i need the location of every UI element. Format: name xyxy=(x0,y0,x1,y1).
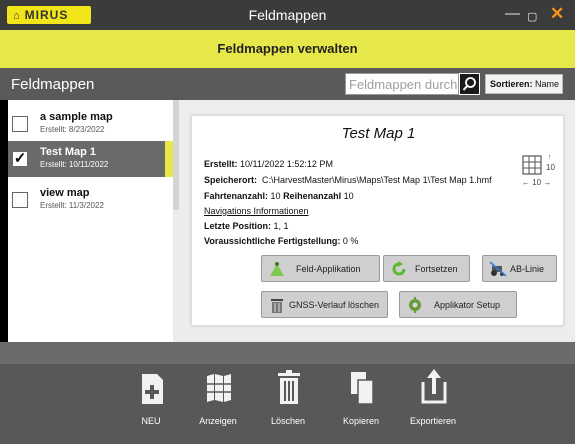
trash-icon xyxy=(271,299,283,313)
title-bar: ⌂ MIRUS Feldmappen — ▢ ✕ xyxy=(0,0,575,30)
navigation-info-link[interactable]: Navigations Informationen xyxy=(204,206,309,216)
map-detail-title: Test Map 1 xyxy=(341,125,416,142)
list-item[interactable]: view map Erstellt: 11/3/2022 xyxy=(8,182,173,218)
created-value: 10/11/2022 1:52:12 PM xyxy=(240,159,333,169)
grid-rows-label: 10 xyxy=(546,163,555,172)
applicator-setup-button[interactable]: Applikator Setup xyxy=(399,291,517,318)
ab-line-label: AB-Linie xyxy=(510,264,545,274)
map-checkbox[interactable] xyxy=(12,192,28,208)
sprayer-icon xyxy=(270,262,284,276)
page-title: Feldmappen verwalten xyxy=(217,41,358,56)
applicator-setup-label: Applikator Setup xyxy=(434,300,501,310)
copy-label: Kopieren xyxy=(342,416,380,426)
list-item-selected[interactable]: ✓ Test Map 1 Erstellt: 10/11/2022 xyxy=(8,141,177,177)
field-application-label: Feld-Applikation xyxy=(296,264,361,274)
export-icon xyxy=(421,369,447,404)
map-created-date: Erstellt: 10/11/2022 xyxy=(40,160,109,169)
close-icon[interactable]: ✕ xyxy=(550,4,564,24)
refresh-icon xyxy=(392,261,406,276)
view-button[interactable]: Anzeigen xyxy=(183,368,253,438)
sort-value: Name xyxy=(535,79,560,89)
last-position-info: Letzte Position: 1, 1 xyxy=(204,221,289,231)
continue-button[interactable]: Fortsetzen xyxy=(383,255,470,282)
gnss-delete-button[interactable]: GNSS-Verlauf löschen xyxy=(261,291,388,318)
counts-info: Fahrtenanzahl: 10 Reihenanzahl 10 xyxy=(204,191,354,201)
new-document-icon xyxy=(142,374,163,404)
copy-button[interactable]: Kopieren xyxy=(326,368,396,438)
map-name: Test Map 1 xyxy=(40,146,97,158)
detail-area: Test Map 1 Erstellt: 10/11/2022 1:52:12 … xyxy=(179,100,575,342)
map-checkbox-checked[interactable]: ✓ xyxy=(12,151,28,167)
field-application-button[interactable]: Feld-Applikation xyxy=(261,255,380,282)
map-checkbox[interactable] xyxy=(12,116,28,132)
page-header: Feldmappen verwalten xyxy=(0,30,575,68)
section-title: Feldmappen xyxy=(11,76,95,93)
applicator-icon xyxy=(409,297,421,313)
sort-button[interactable]: Sortieren: Name xyxy=(485,74,563,94)
view-label: Anzeigen xyxy=(199,416,237,426)
location-value: C:\HarvestMaster\Mirus\Maps\Test Map 1\T… xyxy=(262,175,492,185)
list-item[interactable]: a sample map Erstellt: 8/23/2022 xyxy=(8,106,173,142)
delete-label: Löschen xyxy=(270,416,306,426)
completion-label: Voraussichtliche Fertigstellung: xyxy=(204,236,341,246)
new-label: NEU xyxy=(141,416,161,426)
search-input[interactable] xyxy=(345,73,459,95)
search-icon xyxy=(462,77,476,91)
map-created-date: Erstellt: 11/3/2022 xyxy=(40,201,104,210)
export-label: Exportieren xyxy=(409,416,457,426)
row-count-value: 10 xyxy=(343,191,354,201)
new-button[interactable]: NEU xyxy=(116,368,186,438)
last-position-value: 1, 1 xyxy=(273,221,289,231)
window-title: Feldmappen xyxy=(248,7,327,23)
maximize-icon[interactable]: ▢ xyxy=(527,7,537,27)
location-info: Speicherort: C:\HarvestMaster\Mirus\Maps… xyxy=(204,175,492,185)
grid-cols-label: ← 10 → xyxy=(522,178,552,187)
grid-rows-arrow: ↑ xyxy=(548,154,552,161)
completion-value: 0 % xyxy=(342,236,359,246)
created-info: Erstellt: 10/11/2022 1:52:12 PM xyxy=(204,159,333,169)
trash-icon xyxy=(278,370,300,404)
delete-button[interactable]: Löschen xyxy=(253,368,323,438)
last-position-label: Letzte Position: xyxy=(204,221,271,231)
ab-line-button[interactable]: AB-Linie xyxy=(482,255,557,282)
copy-icon xyxy=(351,372,374,405)
continue-label: Fortsetzen xyxy=(415,264,458,274)
drive-count-value: 10 xyxy=(270,191,281,201)
row-count-label: Reihenanzahl xyxy=(283,191,342,201)
map-name: view map xyxy=(40,187,90,199)
search-button[interactable] xyxy=(459,73,480,95)
export-button[interactable]: Exportieren xyxy=(398,368,468,438)
map-icon xyxy=(207,374,231,402)
drive-count-label: Fahrtenanzahl: xyxy=(204,191,269,201)
map-name: a sample map xyxy=(40,111,113,123)
location-label: Speicherort: xyxy=(204,175,258,185)
list-toolbar: Feldmappen Sortieren: Name xyxy=(0,68,575,100)
bottom-shade xyxy=(0,342,575,364)
minimize-icon[interactable]: — xyxy=(505,4,520,24)
bottom-toolbar: NEU Anzeigen Löschen Kopieren Exportiere… xyxy=(0,342,575,444)
completion-info: Voraussichtliche Fertigstellung: 0 % xyxy=(204,236,358,246)
map-detail-card: Test Map 1 Erstellt: 10/11/2022 1:52:12 … xyxy=(191,115,564,326)
grid-icon xyxy=(522,155,542,175)
gnss-delete-label: GNSS-Verlauf löschen xyxy=(289,300,380,310)
map-created-date: Erstellt: 8/23/2022 xyxy=(40,125,105,134)
created-label: Erstellt: xyxy=(204,159,238,169)
map-list: a sample map Erstellt: 8/23/2022 ✓ Test … xyxy=(8,100,185,342)
tractor-icon xyxy=(489,261,507,277)
sort-label: Sortieren: xyxy=(490,79,533,89)
